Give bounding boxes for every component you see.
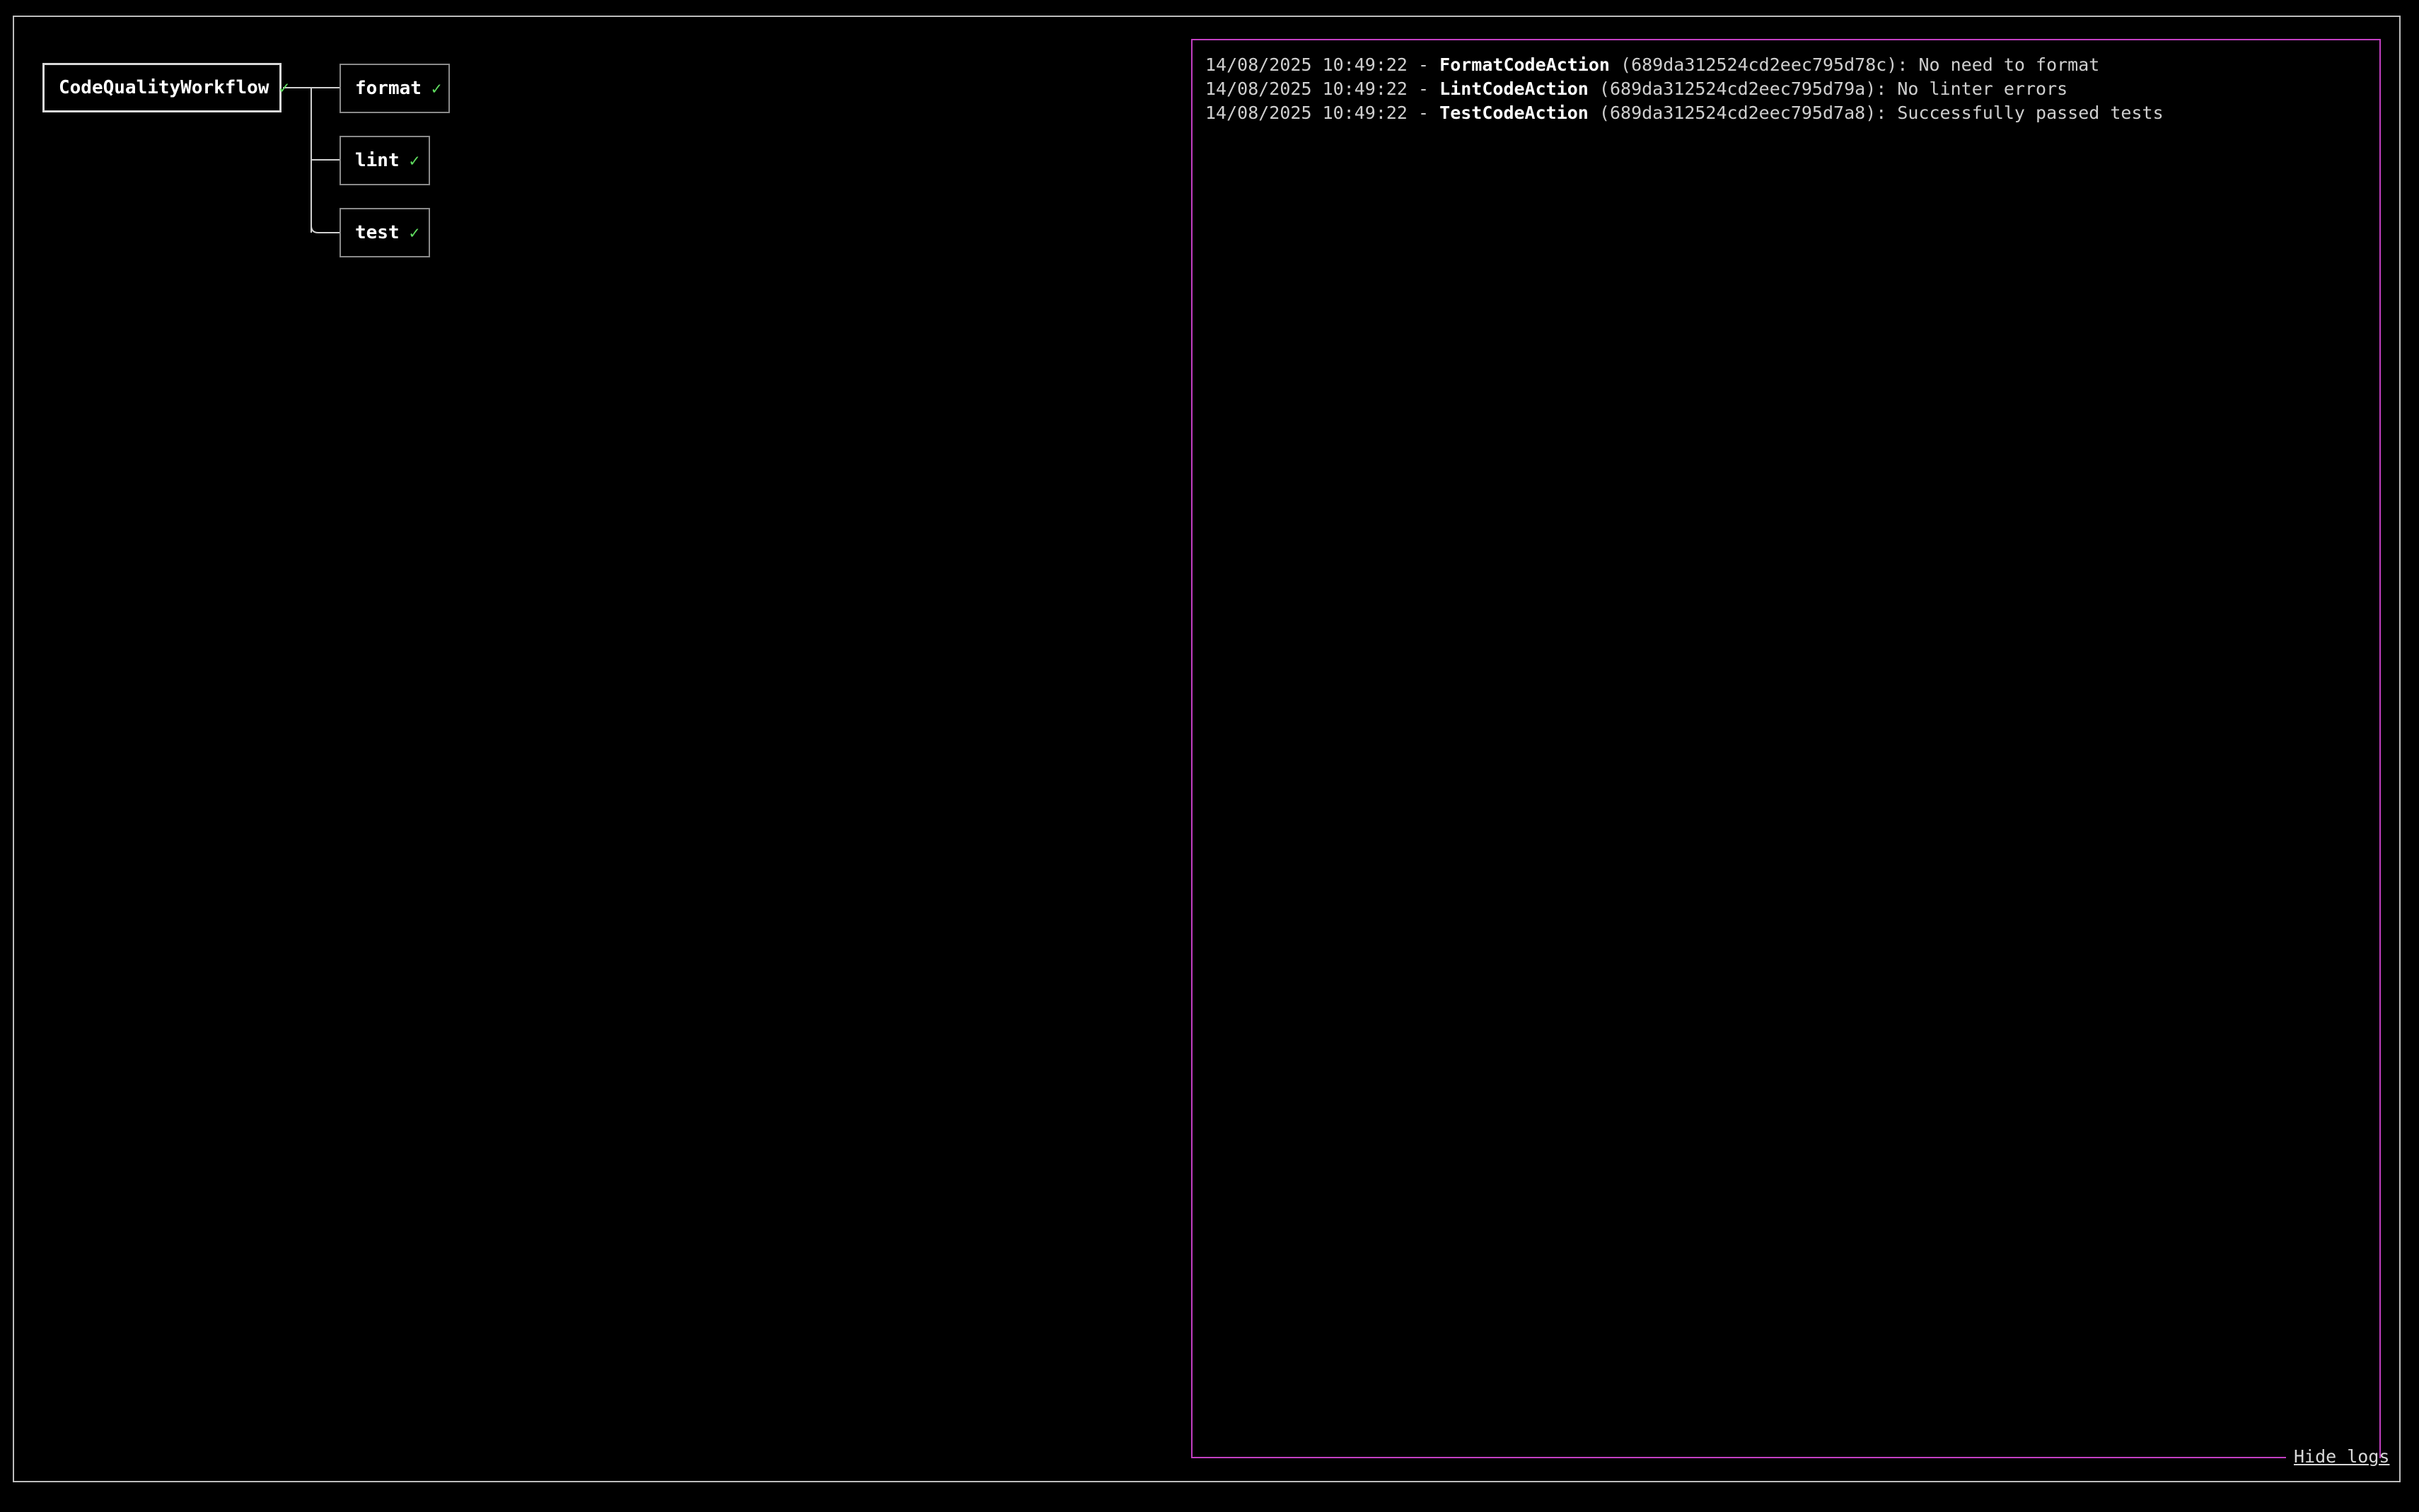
log-entry: 14/08/2025 10:49:22 - FormatCodeAction (… bbox=[1205, 53, 2367, 77]
logs-panel: 14/08/2025 10:49:22 - FormatCodeAction (… bbox=[1191, 39, 2381, 1458]
workflow-node-root[interactable]: CodeQualityWorkflow ✓ bbox=[42, 63, 289, 112]
log-id: (689da312524cd2eec795d79a) bbox=[1588, 78, 1876, 99]
workflow-node-format[interactable]: format ✓ bbox=[340, 64, 450, 113]
check-icon: ✓ bbox=[409, 223, 420, 243]
log-action: TestCodeAction bbox=[1439, 103, 1589, 123]
workflow-node-label: CodeQualityWorkflow bbox=[59, 77, 269, 98]
logs-panel-bottom-border bbox=[1191, 1457, 2286, 1458]
log-timestamp: 14/08/2025 10:49:22 bbox=[1205, 78, 1408, 99]
workflow-node-test[interactable]: test ✓ bbox=[340, 208, 430, 257]
log-action: FormatCodeAction bbox=[1439, 54, 1610, 75]
log-entry: 14/08/2025 10:49:22 - LintCodeAction (68… bbox=[1205, 77, 2367, 101]
workflow-node-label: lint bbox=[355, 150, 400, 171]
log-separator: - bbox=[1407, 54, 1440, 75]
check-icon: ✓ bbox=[409, 151, 420, 170]
log-message: : No linter errors bbox=[1876, 78, 2068, 99]
log-separator: - bbox=[1407, 103, 1440, 123]
log-message: : Successfully passed tests bbox=[1876, 103, 2164, 123]
log-message: : No need to format bbox=[1897, 54, 2100, 75]
log-timestamp: 14/08/2025 10:49:22 bbox=[1205, 103, 1408, 123]
log-separator: - bbox=[1407, 78, 1440, 99]
log-id: (689da312524cd2eec795d7a8) bbox=[1588, 103, 1876, 123]
workflow-node-label: test bbox=[355, 222, 400, 243]
log-entry: 14/08/2025 10:49:22 - TestCodeAction (68… bbox=[1205, 101, 2367, 125]
hide-logs-link[interactable]: Hide logs bbox=[2294, 1446, 2389, 1468]
workflow-node-label: format bbox=[355, 78, 422, 99]
log-timestamp: 14/08/2025 10:49:22 bbox=[1205, 54, 1408, 75]
workflow-node-lint[interactable]: lint ✓ bbox=[340, 136, 430, 185]
log-action: LintCodeAction bbox=[1439, 78, 1589, 99]
log-id: (689da312524cd2eec795d78c) bbox=[1609, 54, 1898, 75]
check-icon: ✓ bbox=[431, 78, 442, 98]
check-icon: ✓ bbox=[279, 78, 289, 98]
